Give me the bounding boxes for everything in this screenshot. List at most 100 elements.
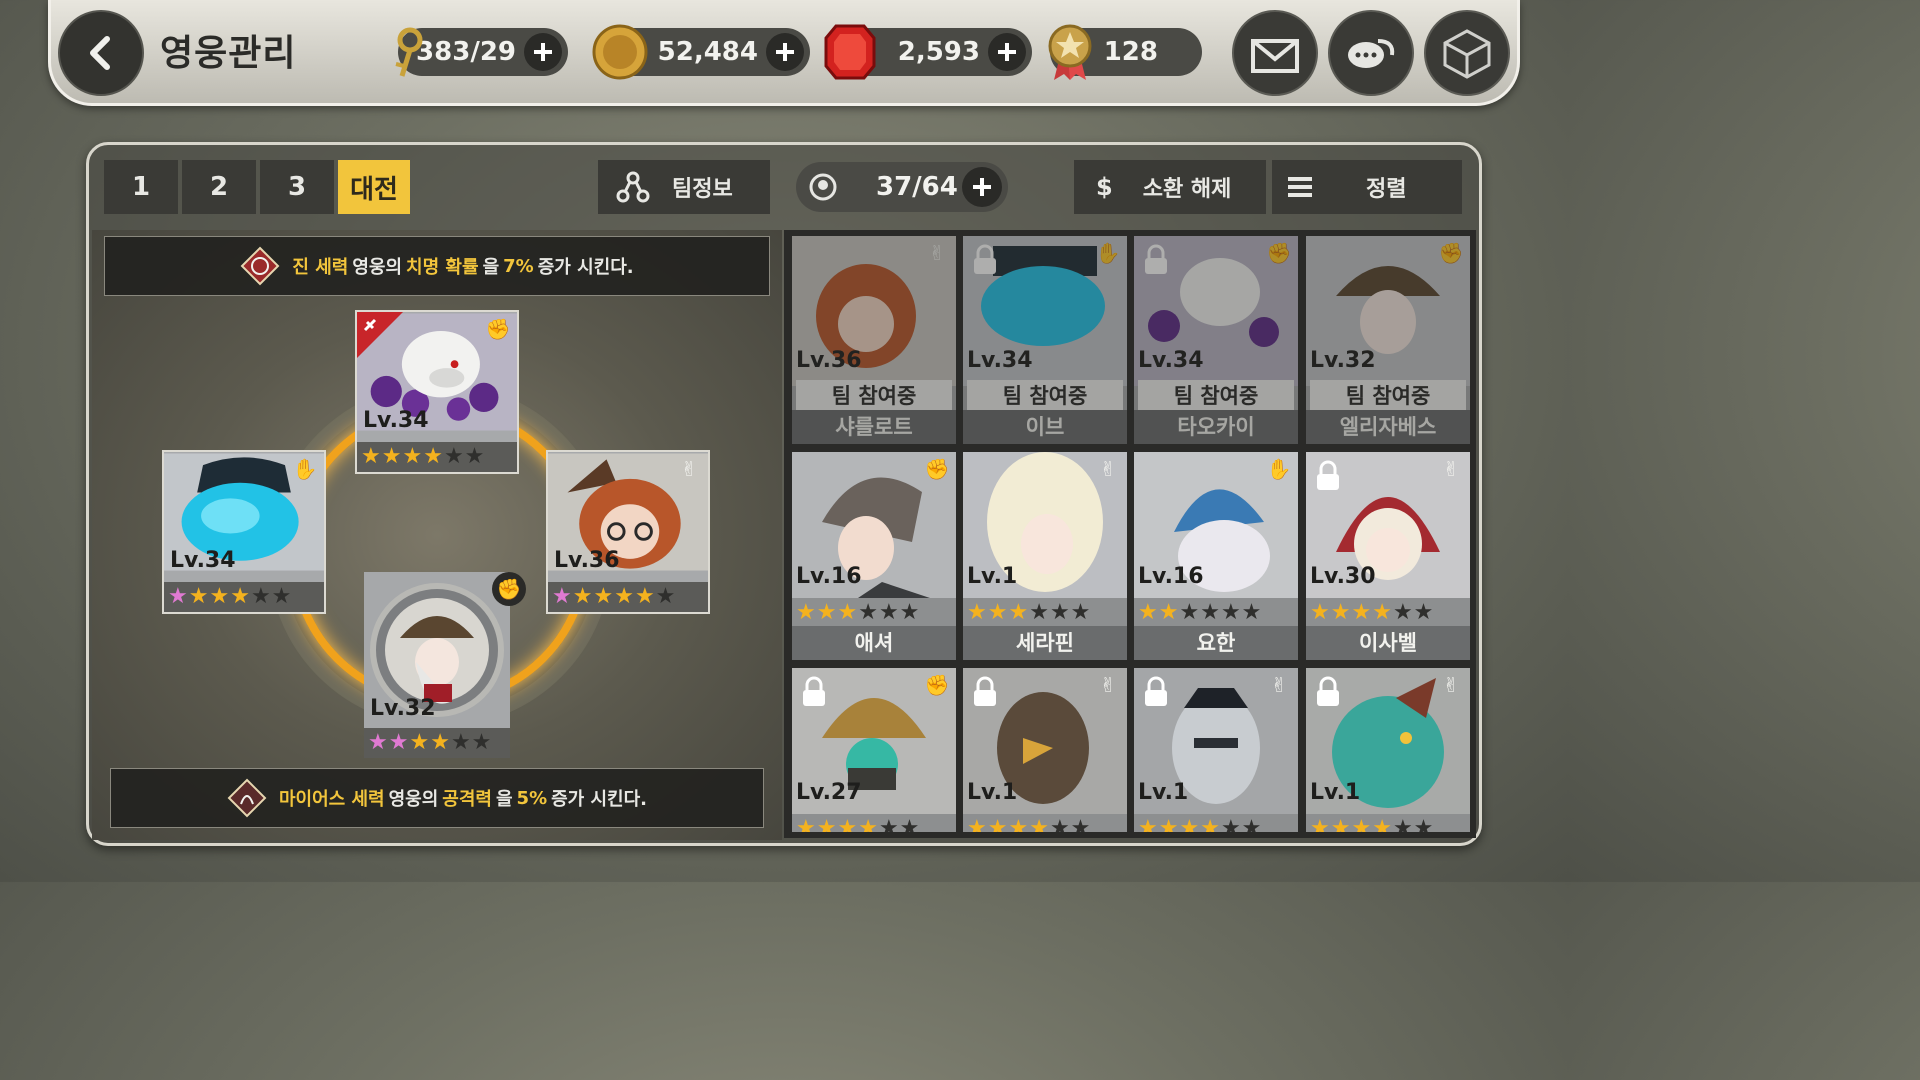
roster-hero-card[interactable]: ✌ Lv.1 ★ ★ ★ ★ ★ ★ — [1134, 668, 1298, 832]
roster-hero-card[interactable]: ✊ Lv.34 팀 참여중 타오카이 — [1134, 236, 1298, 444]
star-rating: ★ ★ ★ ★ ★ ★ — [1134, 814, 1298, 832]
fist-icon: ✊ — [1266, 241, 1292, 265]
star-icon: ★ — [1330, 816, 1351, 833]
bonus-faction: 마이어스 세력 — [278, 789, 385, 810]
star-icon: ★ — [368, 730, 388, 755]
roster-hero-card[interactable]: ✋ Lv.16 ★ ★ ★ ★ ★ ★ 요한 — [1134, 452, 1298, 660]
bonus-text: 영웅의 — [352, 257, 403, 278]
roster-hero-card[interactable]: ✌ Lv.1 ★ ★ ★ ★ ★ ★ — [963, 668, 1127, 832]
hero-level: Lv.1 — [1310, 780, 1361, 805]
star-icon: ★ — [552, 584, 572, 609]
roster-hero-card[interactable]: ✋ Lv.34 팀 참여중 이브 — [963, 236, 1127, 444]
jin-faction-icon — [240, 246, 280, 286]
plus-icon — [776, 43, 794, 61]
formation-slot-bottom[interactable]: ✊ Lv.32 ★ ★ ★ ★ ★ ★ — [364, 572, 526, 758]
star-icon: ★ — [1241, 816, 1262, 833]
star-icon: ★ — [634, 584, 655, 609]
peace-icon: ✌ — [1270, 673, 1288, 697]
bonus-stat: 치명 확률 — [406, 257, 479, 278]
star-rating: ★ ★ ★ ★ ★ ★ — [1134, 598, 1298, 628]
plus-icon — [534, 43, 552, 61]
add-ruby-button[interactable] — [988, 33, 1026, 71]
hero-slot-icon — [809, 173, 837, 201]
hero-level: Lv.34 — [363, 408, 429, 433]
roster-hero-card[interactable]: ✊ Lv.27 ★ ★ ★ ★ ★ ★ — [792, 668, 956, 832]
formation-slot-top[interactable]: ✊ Lv.34 ★ ★ ★ ★ ★ ★ — [355, 310, 519, 474]
hero-level: Lv.1 — [1138, 780, 1189, 805]
back-button[interactable] — [58, 10, 144, 96]
sort-label: 정렬 — [1366, 177, 1407, 202]
plus-icon — [998, 43, 1016, 61]
faction-bonus-top: 진 세력 영웅의 치명 확률 을 7% 증가 시킨다. — [104, 236, 770, 296]
bonus-text: 영웅의 — [388, 789, 439, 810]
add-keys-button[interactable] — [524, 33, 562, 71]
star-icon: ★ — [471, 730, 492, 755]
star-icon: ★ — [899, 816, 920, 833]
roster-hero-card[interactable]: ✌ Lv.1 ★ ★ ★ ★ ★ ★ — [1306, 668, 1470, 832]
formation-slot-left[interactable]: ✋ Lv.34 ★ ★ ★ ★ ★ ★ — [162, 450, 326, 614]
add-gold-button[interactable] — [766, 33, 804, 71]
star-rating: ★ ★ ★ ★ ★ ★ — [792, 814, 956, 832]
chat-button[interactable] — [1328, 10, 1414, 96]
hero-name: 엘리자베스 — [1306, 410, 1470, 444]
star-icon: ★ — [1310, 816, 1330, 833]
menu-icon — [1288, 177, 1312, 197]
roster-hero-card[interactable]: ✌ Lv.36 팀 참여중 샤를로트 — [792, 236, 956, 444]
star-icon: ★ — [1220, 816, 1241, 833]
star-icon: ★ — [858, 600, 878, 625]
team-info-button[interactable]: 팀정보 — [598, 160, 770, 214]
hero-level: Lv.1 — [967, 564, 1018, 589]
in-team-label: 팀 참여중 — [967, 380, 1123, 412]
star-icon: ★ — [1158, 816, 1179, 833]
release-label: 소환 해제 — [1142, 177, 1232, 202]
myers-faction-icon — [227, 778, 267, 818]
key-icon — [395, 27, 423, 77]
release-button[interactable]: $ 소환 해제 — [1074, 160, 1266, 214]
fist-icon: ✊ — [924, 457, 950, 481]
tab-3[interactable]: 3 — [260, 160, 334, 214]
star-icon: ★ — [1392, 600, 1413, 625]
star-icon: ★ — [464, 444, 485, 469]
hero-slot-count: 37/64 — [876, 172, 958, 202]
star-icon: ★ — [388, 730, 409, 755]
mail-button[interactable] — [1232, 10, 1318, 96]
roster-hero-card[interactable]: ✌ Lv.1 ★ ★ ★ ★ ★ ★ 세라핀 — [963, 452, 1127, 660]
hero-level: Lv.16 — [796, 564, 862, 589]
lock-icon — [974, 244, 996, 274]
fist-icon: ✊ — [485, 317, 511, 341]
bonus-faction: 진 세력 — [292, 257, 349, 278]
star-rating: ★ ★ ★ ★ ★ ★ — [963, 814, 1127, 832]
hero-name: 샤를로트 — [792, 410, 956, 444]
star-rating: ★ ★ ★ ★ ★ ★ — [364, 728, 510, 758]
lock-icon — [1317, 460, 1339, 490]
star-icon: ★ — [837, 816, 858, 833]
star-rating: ★ ★ ★ ★ ★ ★ — [164, 582, 324, 612]
hero-level: Lv.36 — [796, 348, 862, 373]
tab-battle[interactable]: 대전 — [338, 160, 410, 214]
lock-icon — [974, 676, 996, 706]
star-icon: ★ — [1330, 600, 1351, 625]
tab-2[interactable]: 2 — [182, 160, 256, 214]
star-icon: ★ — [443, 444, 464, 469]
dollar-icon: $ — [1096, 173, 1113, 201]
sort-button[interactable]: 정렬 — [1272, 160, 1462, 214]
star-icon: ★ — [1179, 600, 1200, 625]
hand-icon: ✋ — [1266, 457, 1292, 481]
hero-slot-counter: 37/64 — [796, 162, 1008, 212]
dice-button[interactable] — [1424, 10, 1510, 96]
bonus-text: 증가 시킨다. — [551, 789, 648, 810]
tab-1[interactable]: 1 — [104, 160, 178, 214]
ruby-icon — [824, 24, 876, 80]
star-icon: ★ — [1049, 600, 1070, 625]
star-icon: ★ — [1179, 816, 1200, 833]
star-icon: ★ — [816, 816, 837, 833]
star-icon: ★ — [450, 730, 471, 755]
roster-hero-card[interactable]: ✌ Lv.30 ★ ★ ★ ★ ★ ★ 이사벨 — [1306, 452, 1470, 660]
formation-slot-right[interactable]: ✌ Lv.36 ★ ★ ★ ★ ★ ★ — [546, 450, 710, 614]
hero-level: Lv.32 — [1310, 348, 1376, 373]
roster-hero-card[interactable]: ✊ Lv.32 팀 참여중 엘리자베스 — [1306, 236, 1470, 444]
star-rating: ★ ★ ★ ★ ★ ★ — [548, 582, 708, 612]
add-slots-button[interactable] — [962, 167, 1002, 207]
peace-icon: ✌ — [1099, 673, 1117, 697]
roster-hero-card[interactable]: ✊ Lv.16 ★ ★ ★ ★ ★ ★ 애셔 — [792, 452, 956, 660]
